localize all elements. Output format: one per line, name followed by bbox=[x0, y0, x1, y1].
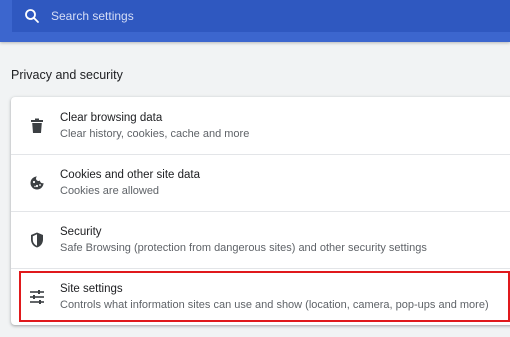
item-subtitle: Clear history, cookies, cache and more bbox=[60, 127, 250, 140]
search-bar[interactable] bbox=[12, 0, 510, 32]
item-subtitle: Controls what information sites can use … bbox=[60, 298, 489, 311]
item-subtitle: Cookies are allowed bbox=[60, 184, 160, 197]
search-icon bbox=[24, 8, 40, 24]
settings-header bbox=[0, 0, 510, 42]
cookie-icon bbox=[28, 174, 46, 192]
item-title: Security bbox=[60, 225, 102, 238]
item-title: Clear browsing data bbox=[60, 111, 163, 124]
clear-browsing-data-item[interactable]: Clear browsing data Clear history, cooki… bbox=[11, 97, 510, 154]
privacy-card: Clear browsing data Clear history, cooki… bbox=[11, 97, 510, 325]
shield-icon bbox=[28, 231, 46, 249]
item-title: Site settings bbox=[60, 282, 123, 295]
trash-icon bbox=[28, 117, 46, 135]
item-subtitle: Safe Browsing (protection from dangerous… bbox=[60, 241, 427, 254]
security-item[interactable]: Security Safe Browsing (protection from … bbox=[11, 211, 510, 268]
site-settings-item[interactable]: Site settings Controls what information … bbox=[11, 268, 510, 325]
section-title: Privacy and security bbox=[11, 68, 123, 82]
item-title: Cookies and other site data bbox=[60, 168, 201, 181]
cookies-item[interactable]: Cookies and other site data Cookies are … bbox=[11, 154, 510, 211]
sliders-icon bbox=[28, 288, 46, 306]
search-input[interactable] bbox=[51, 9, 471, 23]
